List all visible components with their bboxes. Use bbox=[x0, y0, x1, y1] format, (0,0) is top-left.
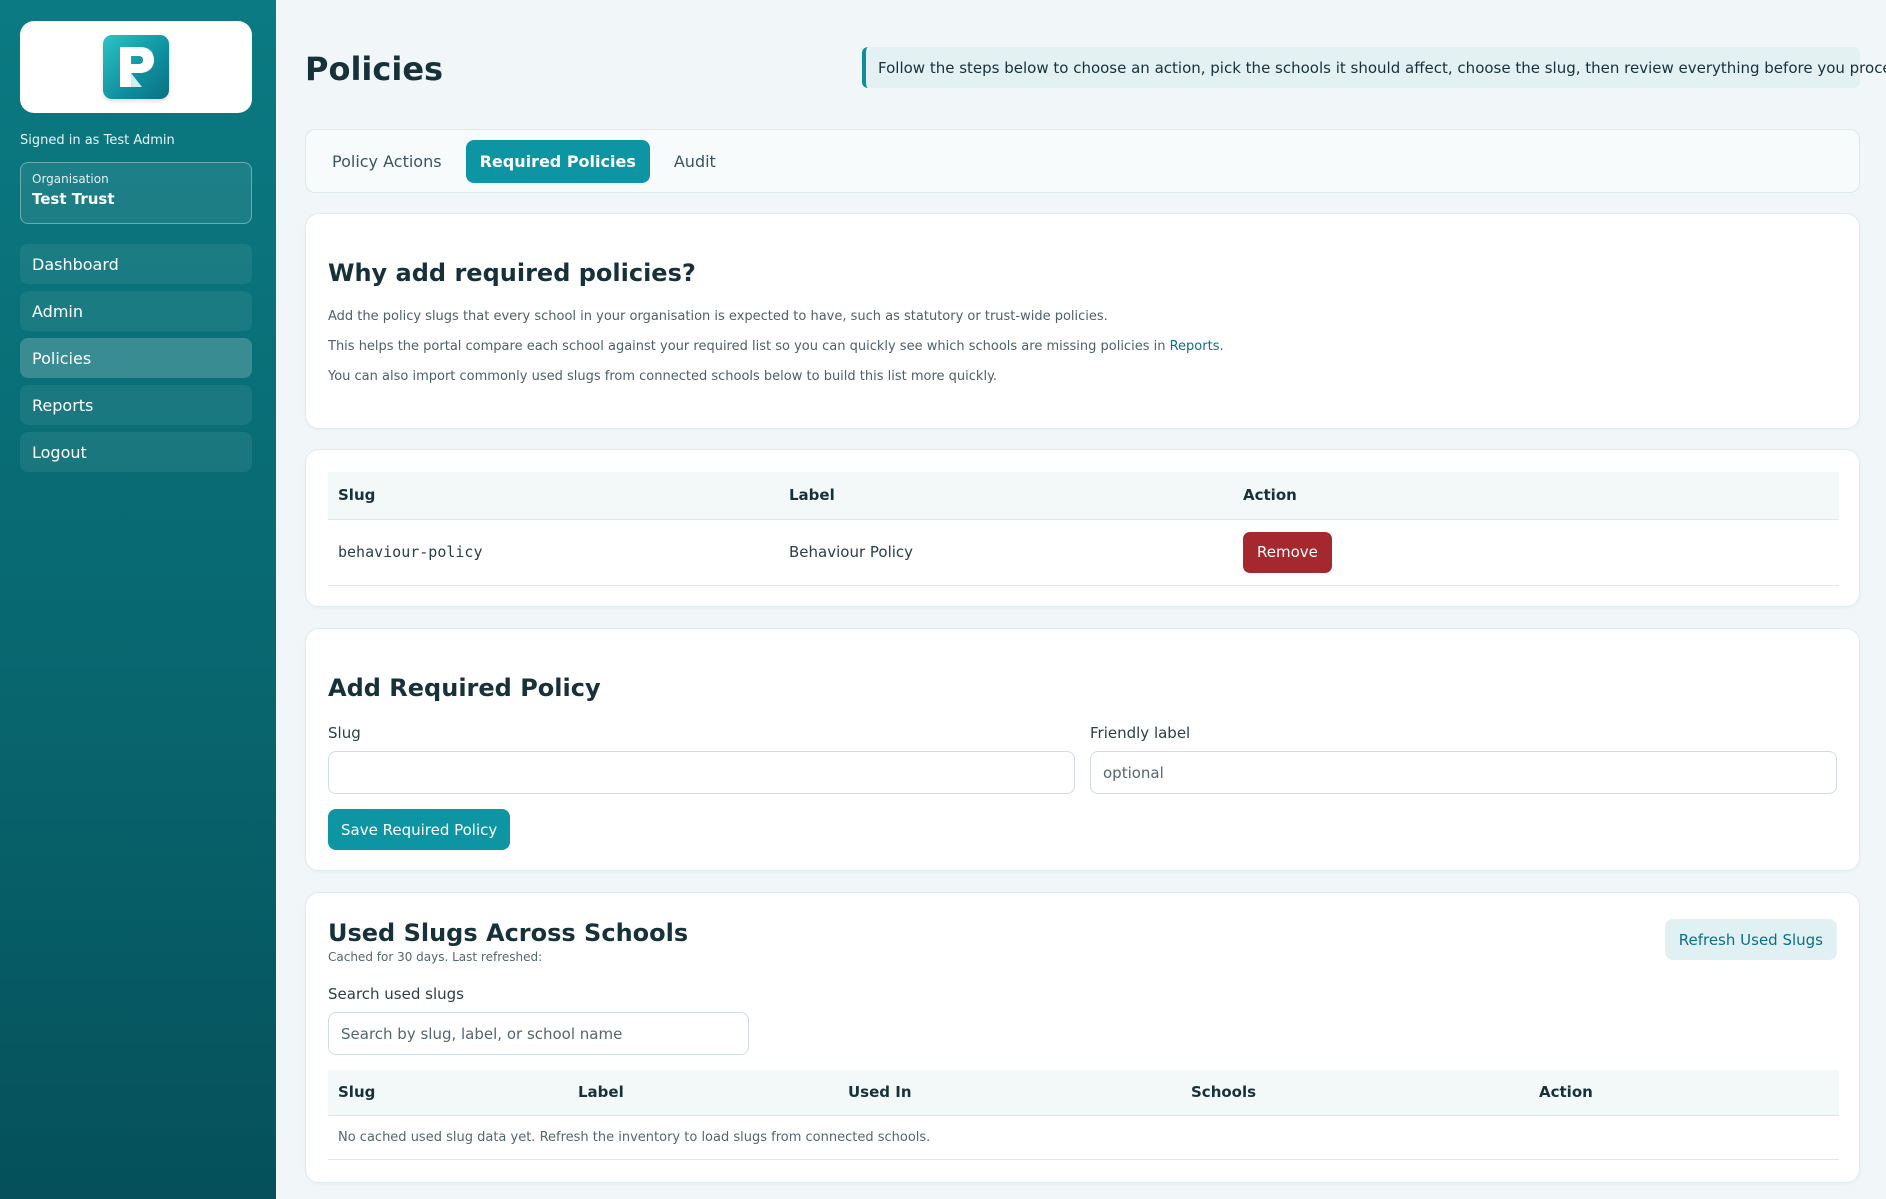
used-slugs-title: Used Slugs Across Schools bbox=[328, 919, 689, 947]
friendly-label-field: Friendly label bbox=[1090, 724, 1837, 794]
sidebar-item-dashboard[interactable]: Dashboard bbox=[20, 244, 252, 284]
slug-label: Slug bbox=[328, 724, 361, 742]
add-required-policy-card: Add Required Policy Slug Friendly label … bbox=[305, 628, 1860, 871]
used-slugs-heading: Used Slugs Across Schools Cached for 30 … bbox=[328, 919, 688, 964]
table-row: No cached used slug data yet. Refresh th… bbox=[328, 1115, 1839, 1160]
sidebar-nav: Dashboard Admin Policies Reports Logout bbox=[20, 244, 256, 472]
column-header-slug: Slug bbox=[328, 472, 779, 520]
app-logo-icon bbox=[103, 35, 169, 99]
friendly-label-input[interactable] bbox=[1090, 751, 1837, 794]
why-card: Why add required policies? Add the polic… bbox=[305, 213, 1860, 429]
reports-link[interactable]: Reports bbox=[1170, 339, 1220, 354]
slug-input[interactable] bbox=[328, 751, 1075, 794]
friendly-label-label: Friendly label bbox=[1090, 724, 1191, 742]
column-header-used-in: Used In bbox=[838, 1070, 1181, 1116]
why-paragraph-2-end: . bbox=[1219, 339, 1224, 354]
row-slug: behaviour-policy bbox=[328, 519, 779, 586]
empty-state-message: No cached used slug data yet. Refresh th… bbox=[328, 1115, 1839, 1160]
column-header-schools: Schools bbox=[1181, 1070, 1529, 1116]
column-header-label: Label bbox=[568, 1070, 838, 1116]
table-row: behaviour-policy Behaviour Policy Remove bbox=[328, 519, 1839, 586]
sidebar-item-admin[interactable]: Admin bbox=[20, 291, 252, 331]
search-used-slugs-label: Search used slugs bbox=[328, 985, 464, 1003]
slug-field: Slug bbox=[328, 724, 1075, 794]
tab-policy-actions[interactable]: Policy Actions bbox=[318, 140, 456, 183]
table-header-row: Slug Label Used In Schools Action bbox=[328, 1070, 1839, 1116]
sidebar-item-reports[interactable]: Reports bbox=[20, 385, 252, 425]
required-policies-card: Slug Label Action behaviour-policy Behav… bbox=[305, 449, 1860, 607]
required-policies-table: Slug Label Action behaviour-policy Behav… bbox=[328, 472, 1839, 586]
why-paragraph-1: Add the policy slugs that every school i… bbox=[328, 309, 1108, 324]
signed-in-text: Signed in as Test Admin bbox=[20, 133, 175, 148]
used-slugs-header: Used Slugs Across Schools Cached for 30 … bbox=[328, 919, 1837, 964]
sidebar-item-policies[interactable]: Policies bbox=[20, 338, 252, 378]
tabs-bar: Policy Actions Required Policies Audit bbox=[305, 129, 1860, 193]
page-title: Policies bbox=[305, 50, 444, 88]
why-paragraph-3: You can also import commonly used slugs … bbox=[328, 369, 998, 384]
column-header-label: Label bbox=[779, 472, 1233, 520]
sidebar-item-logout[interactable]: Logout bbox=[20, 432, 252, 472]
why-paragraph-2: This helps the portal compare each schoo… bbox=[328, 339, 1837, 354]
used-slugs-card: Used Slugs Across Schools Cached for 30 … bbox=[305, 892, 1860, 1183]
column-header-slug: Slug bbox=[328, 1070, 568, 1116]
row-action-cell: Remove bbox=[1233, 519, 1839, 586]
organisation-label: Organisation bbox=[32, 172, 109, 186]
save-required-policy-button[interactable]: Save Required Policy bbox=[328, 809, 511, 850]
remove-button[interactable]: Remove bbox=[1243, 531, 1332, 573]
organisation-name: Test Trust bbox=[32, 190, 115, 208]
info-banner: Follow the steps below to choose an acti… bbox=[862, 47, 1886, 88]
tab-audit[interactable]: Audit bbox=[660, 140, 730, 183]
why-paragraph-2-text: This helps the portal compare each schoo… bbox=[328, 339, 1166, 354]
organisation-box: Organisation Test Trust bbox=[20, 162, 252, 224]
search-used-slugs-input[interactable] bbox=[328, 1012, 749, 1055]
column-header-action: Action bbox=[1233, 472, 1839, 520]
sidebar: Signed in as Test Admin Organisation Tes… bbox=[0, 0, 276, 1199]
add-policy-form-row: Slug Friendly label bbox=[328, 724, 1837, 794]
column-header-action: Action bbox=[1529, 1070, 1839, 1116]
why-title: Why add required policies? bbox=[328, 259, 696, 287]
used-slugs-table: Slug Label Used In Schools Action No cac… bbox=[328, 1070, 1839, 1160]
add-policy-title: Add Required Policy bbox=[328, 674, 601, 702]
refresh-used-slugs-button[interactable]: Refresh Used Slugs bbox=[1664, 919, 1837, 960]
row-label: Behaviour Policy bbox=[779, 519, 1233, 586]
logo-card[interactable] bbox=[20, 21, 252, 113]
logo-p-glyph bbox=[120, 47, 154, 87]
table-header-row: Slug Label Action bbox=[328, 472, 1839, 520]
used-slugs-subtitle: Cached for 30 days. Last refreshed: bbox=[328, 950, 543, 964]
tab-required-policies[interactable]: Required Policies bbox=[465, 139, 650, 183]
